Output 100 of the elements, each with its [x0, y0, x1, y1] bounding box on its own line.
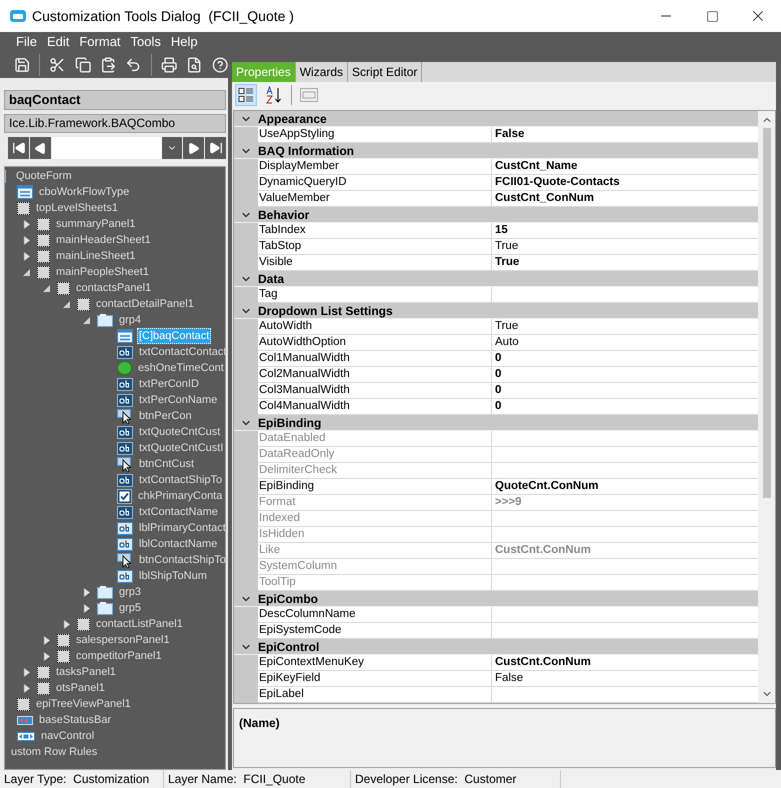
last-button[interactable] — [205, 137, 226, 159]
tree-item[interactable]: grp4 — [117, 312, 144, 328]
tree-item[interactable]: txtPerConID — [137, 376, 201, 392]
tree-item[interactable]: txtQuoteCntCust — [137, 424, 222, 440]
paste-icon[interactable] — [100, 56, 116, 74]
tree-item[interactable]: mainHeaderSheet1 — [54, 232, 153, 248]
tree-item[interactable]: eshOneTimeCont — [136, 360, 226, 376]
category-title: Behavior — [258, 206, 310, 224]
property-name[interactable]: Col2ManualWidth — [258, 367, 492, 382]
cut-icon[interactable] — [49, 56, 66, 74]
menu-item[interactable]: Format — [79, 32, 121, 52]
tree-item[interactable]: btnContactShipTo — [137, 552, 228, 568]
property-value[interactable]: 15 — [492, 223, 508, 238]
property-value[interactable]: CustCnt_Name — [492, 159, 578, 174]
property-value[interactable]: False — [492, 671, 524, 686]
menu-item[interactable]: Tools — [130, 32, 161, 52]
property-name[interactable]: TabStop — [258, 239, 492, 254]
property-value[interactable]: 0 — [492, 399, 502, 414]
categorized-button[interactable] — [235, 84, 257, 106]
previous-button[interactable] — [30, 137, 51, 159]
category-row[interactable]: EpiBinding — [234, 415, 758, 431]
tree-item[interactable]: btnPerCon — [137, 408, 194, 424]
property-value[interactable]: True — [492, 255, 520, 270]
property-name[interactable]: EpiKeyField — [258, 671, 492, 686]
property-value[interactable]: 0 — [492, 351, 502, 366]
help-icon[interactable] — [212, 56, 228, 74]
category-row[interactable]: Behavior — [234, 207, 758, 223]
property-value[interactable]: 0 — [492, 367, 502, 382]
property-value[interactable]: False — [492, 127, 524, 142]
first-icon[interactable] — [12, 141, 26, 155]
tree-item[interactable]: contactListPanel1 — [94, 616, 185, 632]
menu-item[interactable]: Help — [170, 32, 198, 52]
tree-item[interactable]: chkPrimaryConta — [136, 488, 224, 504]
tree-item[interactable]: lblPrimaryContact — [137, 520, 228, 536]
category-row[interactable]: EpiControl — [234, 639, 758, 655]
property-name[interactable]: EpiBinding — [258, 479, 492, 494]
property-name[interactable]: DynamicQueryID — [258, 175, 492, 190]
menu-item[interactable]: Edit — [46, 32, 70, 52]
tree-item[interactable]: cboWorkFlowType — [37, 184, 132, 200]
property-value[interactable]: True — [492, 239, 518, 254]
property-value[interactable]: FCII01-Quote-Contacts — [492, 175, 620, 190]
tree-item[interactable]: QuoteForm — [14, 168, 74, 184]
property-name[interactable]: TabIndex — [258, 223, 492, 238]
tree-item[interactable]: txtContactName — [137, 504, 220, 520]
maximize-icon[interactable] — [706, 10, 718, 22]
tree-item[interactable]: epiTreeViewPanel1 — [34, 696, 133, 712]
category-row[interactable]: Data — [234, 271, 758, 287]
navigator-field[interactable] — [52, 137, 182, 159]
property-name[interactable]: EpiContextMenuKey — [258, 655, 492, 670]
tree-item[interactable]: topLevelSheets1 — [34, 200, 120, 216]
category-row[interactable]: BAQ Information — [234, 143, 758, 159]
undo-icon[interactable] — [125, 56, 142, 74]
tree-item[interactable]: salespersonPanel1 — [74, 632, 172, 648]
property-name[interactable]: DisplayMember — [258, 159, 492, 174]
tree-item[interactable]: contactsPanel1 — [74, 280, 154, 296]
tree-item[interactable]: btnCntCust — [137, 456, 196, 472]
tree-item[interactable]: grp5 — [117, 600, 144, 616]
preview-icon[interactable] — [186, 56, 203, 74]
tree-item[interactable]: tasksPanel1 — [54, 664, 118, 680]
tree-item[interactable]: mainLineSheet1 — [54, 248, 138, 264]
property-value[interactable]: CustCnt_ConNum — [492, 191, 594, 206]
category-row[interactable]: EpiCombo — [234, 591, 758, 607]
property-value[interactable]: 0 — [492, 383, 502, 398]
tree-item[interactable]: txtQuoteCntCustI — [137, 440, 226, 456]
property-name[interactable]: ValueMember — [258, 191, 492, 206]
property-name[interactable]: AutoWidth — [258, 319, 492, 334]
tree-item[interactable]: competitorPanel1 — [74, 648, 164, 664]
copy-icon[interactable] — [74, 56, 92, 74]
property-value[interactable]: Auto — [492, 335, 519, 350]
property-value[interactable]: CustCnt.ConNum — [492, 655, 591, 670]
previous-icon[interactable] — [34, 142, 47, 154]
tree-item[interactable]: otsPanel1 — [54, 680, 107, 696]
tree-item[interactable]: ustom Row Rules — [9, 744, 100, 760]
property-value[interactable]: True — [492, 319, 518, 334]
tree-item[interactable]: summaryPanel1 — [54, 216, 138, 232]
property-name[interactable]: Col1ManualWidth — [258, 351, 492, 366]
tree-item[interactable]: lblShipToNum — [137, 568, 209, 584]
category-row[interactable]: Dropdown List Settings — [234, 303, 758, 319]
first-button[interactable] — [8, 137, 29, 159]
menu-item[interactable]: File — [16, 32, 37, 52]
property-name[interactable]: Col3ManualWidth — [258, 383, 492, 398]
tree-item[interactable]: contactDetailPanel1 — [94, 296, 196, 312]
save-icon[interactable] — [14, 56, 30, 74]
next-icon[interactable] — [187, 142, 200, 154]
property-name[interactable]: UseAppStyling — [258, 127, 492, 142]
printer-icon[interactable] — [160, 56, 178, 74]
tree-item[interactable]: mainPeopleSheet1 — [54, 264, 151, 280]
property-name[interactable]: Visible — [258, 255, 492, 270]
property-value[interactable]: QuoteCnt.ConNum — [492, 479, 598, 494]
category-row[interactable]: Appearance — [234, 111, 758, 127]
last-icon[interactable] — [208, 141, 222, 155]
tree-item[interactable]: baseStatusBar — [37, 712, 114, 728]
property-name[interactable]: AutoWidthOption — [258, 335, 492, 350]
tree-item[interactable]: navControl — [39, 728, 96, 744]
tree-item[interactable]: txtContactShipTo — [137, 472, 224, 488]
property-name[interactable]: Col4ManualWidth — [258, 399, 492, 414]
next-button[interactable] — [183, 137, 204, 159]
tree-item[interactable]: lblContactName — [137, 536, 220, 552]
tree-item[interactable]: txtPerConName — [137, 392, 220, 408]
tree-item[interactable]: grp3 — [117, 584, 144, 600]
